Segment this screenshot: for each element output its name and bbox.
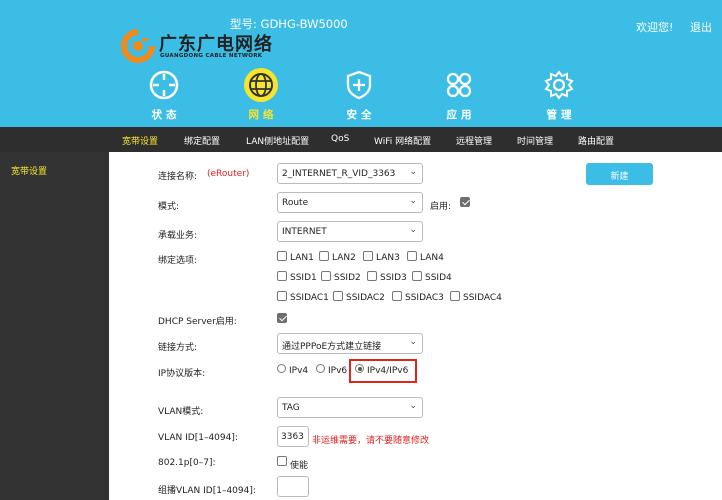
nav-apps[interactable]: 应用 xyxy=(424,68,494,122)
nav-security-label: 安全 xyxy=(346,109,376,121)
p8021-checkbox[interactable] xyxy=(277,456,287,466)
chevron-down-icon: ⌄ xyxy=(409,167,417,177)
enable-label: 启用: xyxy=(430,202,452,212)
dhcp-label: DHCP Server启用: xyxy=(158,317,237,327)
nav-security[interactable]: 安全 xyxy=(324,68,394,122)
ipv4-radio[interactable] xyxy=(277,364,286,373)
ssid1-label: SSID1 xyxy=(290,273,317,283)
shield-icon xyxy=(342,68,376,102)
lan1-checkbox[interactable] xyxy=(277,251,287,261)
tab-lan-address[interactable]: LAN侧地址配置 xyxy=(246,134,309,147)
tab-bind-config[interactable]: 绑定配置 xyxy=(184,134,220,147)
status-icon xyxy=(147,68,181,102)
vlan-mode-value: TAG xyxy=(282,403,300,413)
ssid2-label: SSID2 xyxy=(334,273,361,283)
ssidac4-checkbox[interactable] xyxy=(450,291,460,301)
chevron-down-icon: ⌄ xyxy=(409,337,417,347)
apps-icon xyxy=(442,68,476,102)
lan3-label: LAN3 xyxy=(376,253,400,263)
lan4-checkbox[interactable] xyxy=(407,251,417,261)
service-select[interactable]: INTERNET ⌄ xyxy=(277,221,423,242)
mode-value: Route xyxy=(282,198,309,208)
service-value: INTERNET xyxy=(282,227,327,237)
lan1-label: LAN1 xyxy=(290,253,314,263)
ssidac2-label: SSIDAC2 xyxy=(346,293,385,303)
nav-manage[interactable]: 管理 xyxy=(524,68,594,122)
mode-label: 模式: xyxy=(158,202,180,212)
ssidac3-checkbox[interactable] xyxy=(392,291,402,301)
sub-nav: 宽带设置 绑定配置 LAN侧地址配置 QoS WiFi 网络配置 远程管理 时间… xyxy=(0,127,722,152)
header: 型号: GDHG-BW5000 广东广电网络 GUANGDONG CABLE N… xyxy=(0,0,722,127)
chevron-down-icon: ⌄ xyxy=(409,401,417,411)
chevron-down-icon: ⌄ xyxy=(409,196,417,206)
vlan-mode-select[interactable]: TAG ⌄ xyxy=(277,397,423,418)
tab-time[interactable]: 时间管理 xyxy=(517,134,553,147)
ssidac1-label: SSIDAC1 xyxy=(290,293,329,303)
nav-manage-label: 管理 xyxy=(546,109,576,121)
connection-name-label: 连接名称: xyxy=(158,172,198,182)
ssidac4-label: SSIDAC4 xyxy=(463,293,502,303)
ssid1-checkbox[interactable] xyxy=(277,271,287,281)
connection-name-value: 2_INTERNET_R_VID_3363 xyxy=(282,169,396,179)
ssid3-checkbox[interactable] xyxy=(367,271,377,281)
logout-link[interactable]: 退出 xyxy=(690,19,712,35)
nav-status[interactable]: 状态 xyxy=(129,68,199,122)
ipv4-label: IPv4 xyxy=(289,366,309,376)
ipv6-label: IPv6 xyxy=(328,366,348,376)
ssid4-checkbox[interactable] xyxy=(412,271,422,281)
ssidac3-label: SSIDAC3 xyxy=(405,293,444,303)
lan4-label: LAN4 xyxy=(420,253,444,263)
sidebar: 宽带设置 xyxy=(0,152,109,500)
logo-mark-icon xyxy=(121,29,155,63)
group-vlan-label: 组播VLAN ID[1–4094]: xyxy=(158,486,256,496)
tab-broadband[interactable]: 宽带设置 xyxy=(122,134,158,147)
ssidac2-checkbox[interactable] xyxy=(333,291,343,301)
tab-remote[interactable]: 远程管理 xyxy=(456,134,492,147)
logo: 广东广电网络 GUANGDONG CABLE NETWORK xyxy=(120,26,280,66)
sidebar-item-broadband[interactable]: 宽带设置 xyxy=(11,164,47,177)
vlan-mode-label: VLAN模式: xyxy=(158,407,204,417)
erouter-note: (eRouter) xyxy=(207,169,250,179)
lan2-checkbox[interactable] xyxy=(319,251,329,261)
nav-network[interactable]: 网络 xyxy=(226,68,296,122)
dhcp-checkbox[interactable] xyxy=(277,313,287,323)
new-button[interactable]: 新建 xyxy=(586,163,653,185)
vlan-id-input[interactable]: 3363 xyxy=(277,426,309,447)
lan2-label: LAN2 xyxy=(332,253,356,263)
tab-qos[interactable]: QoS xyxy=(331,134,349,144)
nav-status-label: 状态 xyxy=(151,109,181,121)
ssid3-label: SSID3 xyxy=(380,273,407,283)
service-label: 承载业务: xyxy=(158,231,198,241)
ssid2-checkbox[interactable] xyxy=(321,271,331,281)
globe-icon xyxy=(244,68,278,102)
ip-version-label: IP协议版本: xyxy=(158,369,206,379)
nav-apps-label: 应用 xyxy=(446,109,476,121)
lan3-checkbox[interactable] xyxy=(363,251,373,261)
highlight-box xyxy=(349,359,417,383)
enable-checkbox[interactable] xyxy=(460,197,470,207)
ssid4-label: SSID4 xyxy=(425,273,452,283)
nav-network-label: 网络 xyxy=(248,109,278,121)
link-value: 通过PPPoE方式建立链接 xyxy=(282,342,382,352)
p8021-label: 802.1p[0–7]: xyxy=(158,458,216,468)
group-vlan-input[interactable] xyxy=(277,476,309,497)
link-label: 链接方式: xyxy=(158,343,198,353)
tab-routing[interactable]: 路由配置 xyxy=(578,134,614,147)
connection-name-select[interactable]: 2_INTERNET_R_VID_3363 ⌄ xyxy=(277,163,423,184)
vlan-id-label: VLAN ID[1–4094]: xyxy=(158,433,238,443)
link-select[interactable]: 通过PPPoE方式建立链接 ⌄ xyxy=(277,333,423,354)
p8021-enable-label: 使能 xyxy=(290,461,309,471)
vlan-id-warning: 非运维需要，请不要随意修改 xyxy=(312,436,430,446)
tab-wifi[interactable]: WiFi 网络配置 xyxy=(374,134,431,147)
ssidac1-checkbox[interactable] xyxy=(277,291,287,301)
bind-label: 绑定选项: xyxy=(158,256,198,266)
chevron-down-icon: ⌄ xyxy=(409,225,417,235)
ipv6-radio[interactable] xyxy=(316,364,325,373)
logo-text-en: GUANGDONG CABLE NETWORK xyxy=(160,53,263,59)
mode-select[interactable]: Route ⌄ xyxy=(277,192,423,213)
gear-icon xyxy=(542,68,576,102)
welcome-text: 欢迎您! xyxy=(636,21,674,34)
